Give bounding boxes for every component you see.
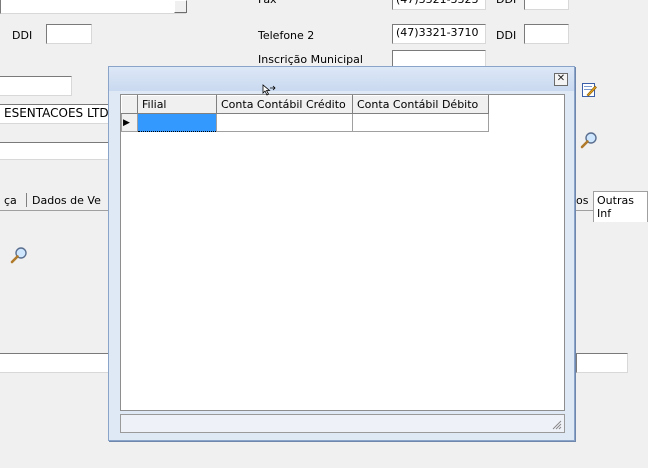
telefone2-label: Telefone 2 [258, 29, 315, 42]
resize-grip-icon[interactable] [551, 419, 562, 430]
bottom-field-right[interactable] [576, 353, 628, 373]
edit-icon [582, 83, 597, 97]
dialog-title-bar[interactable] [109, 67, 574, 91]
ddi-label-left: DDI [12, 29, 33, 42]
search-button-left[interactable] [8, 244, 30, 266]
lookup-dialog: ✕ Filial Conta Contábil Crédito Conta Co… [108, 66, 575, 441]
dropdown-button[interactable] [174, 0, 187, 13]
inscricao-municipal-label: Inscrição Municipal [258, 53, 363, 65]
grid-table: Filial Conta Contábil Crédito Conta Cont… [121, 95, 489, 132]
edit-button[interactable] [578, 79, 600, 101]
bottom-field-left[interactable] [0, 353, 110, 373]
mouse-cursor-icon [262, 84, 276, 96]
cell-conta-debito[interactable] [352, 113, 489, 132]
tab-dados-de-ve[interactable]: Dados de Ve [32, 194, 101, 207]
company-name-field[interactable]: ESENTACOES LTD [0, 104, 110, 124]
grid-header-row: Filial Conta Contábil Crédito Conta Cont… [121, 95, 489, 114]
search-icon [10, 247, 27, 264]
ddi-input-left[interactable] [46, 24, 92, 44]
left-field-1[interactable] [0, 76, 72, 96]
cell-filial[interactable] [137, 113, 217, 132]
accounts-grid[interactable]: Filial Conta Contábil Crédito Conta Cont… [120, 94, 565, 411]
column-header-conta-credito[interactable]: Conta Contábil Crédito [216, 95, 353, 114]
table-row[interactable]: ▶ [121, 113, 489, 132]
cell-conta-credito[interactable] [216, 113, 353, 132]
ddi-input-right[interactable] [524, 24, 569, 44]
tab-outras-inf[interactable]: Outras Inf [593, 191, 648, 222]
fax-label: Fax [258, 0, 277, 9]
tab-left-partial[interactable]: ça [4, 194, 17, 207]
current-row-marker: ▶ [121, 113, 138, 132]
search-icon [580, 132, 597, 149]
ddi-label-top: DDI [496, 0, 516, 9]
telefone2-input[interactable]: (47)3321-3710 [392, 24, 486, 44]
tab-right-partial[interactable]: os [576, 194, 588, 207]
tab-strip-left: ça Dados de Ve [0, 190, 110, 211]
fax-input[interactable]: (47)3321-3323 [392, 0, 486, 10]
tab-divider [26, 193, 27, 207]
header-indicator-cell [121, 95, 138, 114]
left-field-2[interactable] [0, 142, 110, 160]
search-button-right[interactable] [578, 129, 600, 151]
close-icon[interactable]: ✕ [554, 73, 568, 86]
column-header-conta-debito[interactable]: Conta Contábil Débito [352, 95, 489, 114]
column-header-filial[interactable]: Filial [137, 95, 217, 114]
tab-strip-right: os Outras Inf [576, 190, 648, 222]
ddi-input-top[interactable] [524, 0, 569, 10]
top-left-field[interactable] [0, 0, 186, 14]
ddi-label-right: DDI [496, 29, 517, 42]
dialog-status-bar [120, 414, 565, 433]
